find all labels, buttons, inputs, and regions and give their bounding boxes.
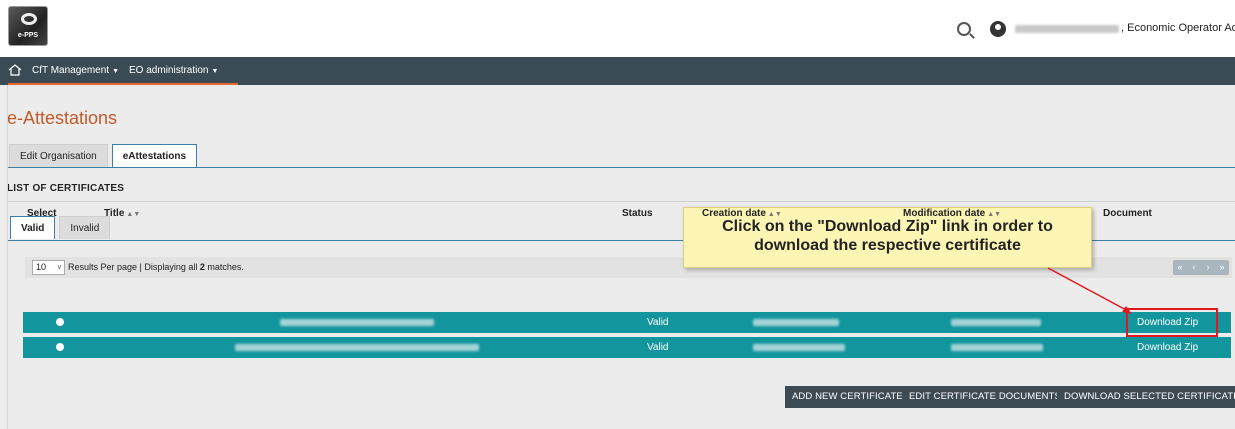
- sort-icon: ▲▼: [126, 211, 141, 218]
- col-status: Status: [622, 208, 653, 219]
- logo-ring: [21, 13, 37, 25]
- col-document: Document: [1103, 208, 1152, 219]
- org-tabs: Edit Organisation eAttestations: [9, 144, 201, 167]
- add-new-certificate-button[interactable]: ADD NEW CERTIFICATE: [785, 386, 910, 408]
- row-select-radio[interactable]: [56, 343, 64, 351]
- tab-eattestations[interactable]: eAttestations: [111, 144, 198, 167]
- chevron-down-icon: ▼: [211, 67, 219, 75]
- results-summary: Results Per page | Displaying all 2 matc…: [68, 262, 244, 272]
- prev-page-button[interactable]: ‹: [1187, 260, 1201, 275]
- first-page-button[interactable]: «: [1173, 260, 1187, 275]
- user-icon[interactable]: [990, 21, 1006, 37]
- col-title[interactable]: Title ▲▼: [104, 208, 140, 219]
- left-border: [7, 85, 8, 429]
- next-page-button[interactable]: ›: [1201, 260, 1215, 275]
- callout-line-2: download the respective certificate: [754, 237, 1021, 254]
- home-icon[interactable]: [8, 64, 22, 76]
- col-select: Select: [27, 208, 57, 219]
- results-prefix: Results Per page | Displaying all: [68, 262, 200, 272]
- col-title-label: Title: [104, 208, 125, 219]
- app-logo[interactable]: e-PPS: [8, 6, 48, 46]
- last-page-button[interactable]: »: [1215, 260, 1229, 275]
- user-role: , Economic Operator Admin: [1121, 22, 1235, 34]
- search-icon[interactable]: [957, 22, 971, 36]
- results-suffix: matches.: [204, 262, 244, 272]
- creation-date-redacted: [753, 319, 839, 326]
- per-page-value: 10: [36, 262, 47, 272]
- page-title: e-Attestations: [7, 108, 118, 128]
- nav-cft-management[interactable]: CfT Management ▼: [32, 65, 119, 76]
- pagination: « ‹ › »: [1173, 260, 1229, 275]
- chevron-down-icon: ▼: [112, 67, 120, 75]
- col-modification-date-label: Modification date: [903, 208, 986, 219]
- tab-divider: [8, 167, 1235, 168]
- section-divider: [8, 201, 1235, 202]
- content-area: e-Attestations Edit Organisation eAttest…: [0, 85, 1235, 429]
- tab-valid[interactable]: Valid: [10, 216, 56, 239]
- table-row[interactable]: Valid Download Zip: [23, 337, 1231, 358]
- col-creation-date-label: Creation date: [702, 208, 766, 219]
- tab-edit-organisation[interactable]: Edit Organisation: [9, 144, 108, 167]
- logo-text: e-PPS: [17, 32, 39, 39]
- sort-icon: ▲▼: [987, 211, 1002, 218]
- sort-icon: ▲▼: [767, 211, 782, 218]
- callout-line-1: Click on the "Download Zip" link in orde…: [722, 218, 1053, 235]
- row-status: Valid: [647, 342, 669, 353]
- row-select-radio[interactable]: [56, 318, 64, 326]
- col-modification-date[interactable]: Modification date ▲▼: [903, 208, 1001, 219]
- nav-eo-administration-label: EO administration: [129, 64, 209, 76]
- main-nav: CfT Management ▼ EO administration ▼: [0, 57, 1235, 85]
- section-title: LIST OF CERTIFICATES: [7, 183, 125, 194]
- title-redacted: [235, 344, 479, 351]
- user-name-redacted: [1015, 25, 1119, 33]
- modification-date-redacted: [951, 319, 1041, 326]
- creation-date-redacted: [753, 344, 845, 351]
- callout-arrow: [1047, 267, 1132, 314]
- download-zip-link[interactable]: Download Zip: [1137, 342, 1198, 353]
- nav-cft-management-label: CfT Management: [32, 64, 110, 76]
- row-status: Valid: [647, 317, 669, 328]
- title-redacted: [280, 319, 434, 326]
- edit-certificate-documents-button[interactable]: EDIT CERTIFICATE DOCUMENTS: [902, 386, 1068, 408]
- tab-invalid[interactable]: Invalid: [59, 216, 111, 239]
- modification-date-redacted: [951, 344, 1043, 351]
- per-page-select[interactable]: 10 ∨: [32, 260, 65, 275]
- nav-items: CfT Management ▼ EO administration ▼: [8, 57, 239, 85]
- col-creation-date[interactable]: Creation date ▲▼: [702, 208, 782, 219]
- certificate-status-tabs: Valid Invalid: [10, 216, 114, 239]
- download-selected-certificates-button[interactable]: DOWNLOAD SELECTED CERTIFICATES: [1057, 386, 1235, 408]
- chevron-down-icon: ∨: [56, 264, 62, 271]
- top-header: e-PPS , Economic Operator Admin: [0, 0, 1235, 57]
- nav-eo-administration[interactable]: EO administration ▼: [129, 65, 218, 76]
